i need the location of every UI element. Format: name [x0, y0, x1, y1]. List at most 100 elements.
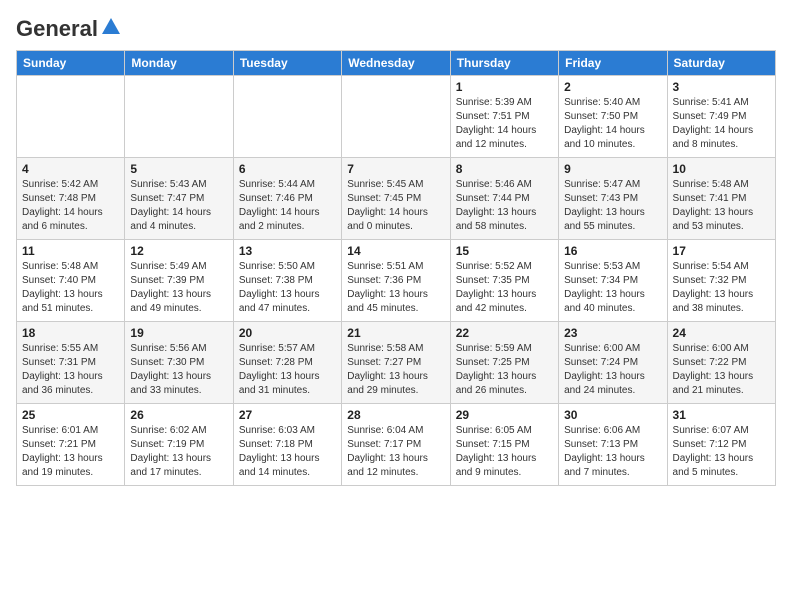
day-number: 7	[347, 162, 444, 176]
calendar-day-cell: 7 Sunrise: 5:45 AMSunset: 7:45 PMDaylight…	[342, 158, 450, 240]
calendar-day-cell	[233, 76, 341, 158]
day-info: Sunrise: 5:54 AMSunset: 7:32 PMDaylight:…	[673, 260, 770, 316]
day-info: Sunrise: 5:42 AMSunset: 7:48 PMDaylight:…	[22, 178, 119, 234]
calendar-day-cell: 20 Sunrise: 5:57 AMSunset: 7:28 PMDayligh…	[233, 322, 341, 404]
day-info: Sunrise: 6:02 AMSunset: 7:19 PMDaylight:…	[130, 424, 227, 480]
day-number: 16	[564, 244, 661, 258]
logo: General	[16, 16, 122, 38]
calendar-day-cell: 19Sunrise: 5:56 AMSunset: 7:30 PMDayligh…	[125, 322, 233, 404]
day-info: Sunrise: 6:00 AMSunset: 7:24 PMDaylight:…	[564, 342, 661, 398]
calendar-day-cell: 5Sunrise: 5:43 AMSunset: 7:47 PMDaylight…	[125, 158, 233, 240]
calendar-day-cell: 27 Sunrise: 6:03 AMSunset: 7:18 PMDayligh…	[233, 404, 341, 486]
day-number: 4	[22, 162, 119, 176]
day-number: 20	[239, 326, 336, 340]
day-info: Sunrise: 5:44 AMSunset: 7:46 PMDaylight:…	[239, 178, 336, 234]
day-info: Sunrise: 5:59 AMSunset: 7:25 PMDaylight:…	[456, 342, 553, 398]
day-number: 1	[456, 80, 553, 94]
weekday-header: Wednesday	[342, 51, 450, 76]
calendar-day-cell: 29 Sunrise: 6:05 AMSunset: 7:15 PMDayligh…	[450, 404, 558, 486]
day-info: Sunrise: 5:41 AMSunset: 7:49 PMDaylight:…	[673, 96, 770, 152]
day-number: 8	[456, 162, 553, 176]
calendar-day-cell	[125, 76, 233, 158]
day-number: 15	[456, 244, 553, 258]
day-number: 5	[130, 162, 227, 176]
day-info: Sunrise: 5:39 AMSunset: 7:51 PMDaylight:…	[456, 96, 553, 152]
calendar-day-cell: 6 Sunrise: 5:44 AMSunset: 7:46 PMDaylight…	[233, 158, 341, 240]
day-number: 25	[22, 408, 119, 422]
calendar-day-cell: 30 Sunrise: 6:06 AMSunset: 7:13 PMDayligh…	[559, 404, 667, 486]
logo-icon	[100, 16, 122, 38]
calendar-day-cell: 16 Sunrise: 5:53 AMSunset: 7:34 PMDayligh…	[559, 240, 667, 322]
weekday-header: Friday	[559, 51, 667, 76]
day-info: Sunrise: 5:58 AMSunset: 7:27 PMDaylight:…	[347, 342, 444, 398]
calendar-week-row: 25 Sunrise: 6:01 AMSunset: 7:21 PMDayligh…	[17, 404, 776, 486]
day-info: Sunrise: 5:51 AMSunset: 7:36 PMDaylight:…	[347, 260, 444, 316]
day-info: Sunrise: 5:50 AMSunset: 7:38 PMDaylight:…	[239, 260, 336, 316]
day-number: 11	[22, 244, 119, 258]
calendar-day-cell: 21 Sunrise: 5:58 AMSunset: 7:27 PMDayligh…	[342, 322, 450, 404]
day-info: Sunrise: 6:04 AMSunset: 7:17 PMDaylight:…	[347, 424, 444, 480]
calendar-week-row: 18 Sunrise: 5:55 AMSunset: 7:31 PMDayligh…	[17, 322, 776, 404]
page-header: General	[16, 16, 776, 38]
weekday-header: Monday	[125, 51, 233, 76]
day-info: Sunrise: 6:00 AMSunset: 7:22 PMDaylight:…	[673, 342, 770, 398]
calendar-day-cell: 25 Sunrise: 6:01 AMSunset: 7:21 PMDayligh…	[17, 404, 125, 486]
day-info: Sunrise: 5:49 AMSunset: 7:39 PMDaylight:…	[130, 260, 227, 316]
day-info: Sunrise: 6:06 AMSunset: 7:13 PMDaylight:…	[564, 424, 661, 480]
day-info: Sunrise: 5:45 AMSunset: 7:45 PMDaylight:…	[347, 178, 444, 234]
calendar-table: SundayMondayTuesdayWednesdayThursdayFrid…	[16, 50, 776, 486]
calendar-day-cell: 14 Sunrise: 5:51 AMSunset: 7:36 PMDayligh…	[342, 240, 450, 322]
calendar-day-cell: 23 Sunrise: 6:00 AMSunset: 7:24 PMDayligh…	[559, 322, 667, 404]
day-number: 9	[564, 162, 661, 176]
day-number: 29	[456, 408, 553, 422]
day-number: 3	[673, 80, 770, 94]
weekday-header: Saturday	[667, 51, 775, 76]
day-number: 22	[456, 326, 553, 340]
day-info: Sunrise: 5:48 AMSunset: 7:41 PMDaylight:…	[673, 178, 770, 234]
day-number: 14	[347, 244, 444, 258]
day-number: 6	[239, 162, 336, 176]
day-info: Sunrise: 6:03 AMSunset: 7:18 PMDaylight:…	[239, 424, 336, 480]
day-number: 23	[564, 326, 661, 340]
day-info: Sunrise: 6:01 AMSunset: 7:21 PMDaylight:…	[22, 424, 119, 480]
logo-general-text: General	[16, 16, 98, 42]
day-number: 28	[347, 408, 444, 422]
day-number: 19	[130, 326, 227, 340]
calendar-day-cell: 12Sunrise: 5:49 AMSunset: 7:39 PMDayligh…	[125, 240, 233, 322]
day-info: Sunrise: 5:53 AMSunset: 7:34 PMDaylight:…	[564, 260, 661, 316]
calendar-week-row: 4 Sunrise: 5:42 AMSunset: 7:48 PMDaylight…	[17, 158, 776, 240]
calendar-day-cell: 28 Sunrise: 6:04 AMSunset: 7:17 PMDayligh…	[342, 404, 450, 486]
day-number: 30	[564, 408, 661, 422]
day-info: Sunrise: 5:55 AMSunset: 7:31 PMDaylight:…	[22, 342, 119, 398]
day-info: Sunrise: 6:05 AMSunset: 7:15 PMDaylight:…	[456, 424, 553, 480]
calendar-day-cell: 18 Sunrise: 5:55 AMSunset: 7:31 PMDayligh…	[17, 322, 125, 404]
day-info: Sunrise: 5:47 AMSunset: 7:43 PMDaylight:…	[564, 178, 661, 234]
day-info: Sunrise: 5:57 AMSunset: 7:28 PMDaylight:…	[239, 342, 336, 398]
day-info: Sunrise: 5:40 AMSunset: 7:50 PMDaylight:…	[564, 96, 661, 152]
calendar-day-cell	[342, 76, 450, 158]
calendar-day-cell: 22 Sunrise: 5:59 AMSunset: 7:25 PMDayligh…	[450, 322, 558, 404]
weekday-header: Thursday	[450, 51, 558, 76]
calendar-day-cell: 9 Sunrise: 5:47 AMSunset: 7:43 PMDaylight…	[559, 158, 667, 240]
day-number: 2	[564, 80, 661, 94]
day-number: 17	[673, 244, 770, 258]
calendar-day-cell: 10Sunrise: 5:48 AMSunset: 7:41 PMDayligh…	[667, 158, 775, 240]
calendar-day-cell: 3 Sunrise: 5:41 AMSunset: 7:49 PMDaylight…	[667, 76, 775, 158]
day-number: 27	[239, 408, 336, 422]
calendar-week-row: 1 Sunrise: 5:39 AMSunset: 7:51 PMDaylight…	[17, 76, 776, 158]
calendar-day-cell: 1 Sunrise: 5:39 AMSunset: 7:51 PMDaylight…	[450, 76, 558, 158]
day-info: Sunrise: 5:46 AMSunset: 7:44 PMDaylight:…	[456, 178, 553, 234]
calendar-day-cell: 17 Sunrise: 5:54 AMSunset: 7:32 PMDayligh…	[667, 240, 775, 322]
weekday-header: Tuesday	[233, 51, 341, 76]
calendar-day-cell: 4 Sunrise: 5:42 AMSunset: 7:48 PMDaylight…	[17, 158, 125, 240]
day-number: 21	[347, 326, 444, 340]
day-number: 13	[239, 244, 336, 258]
day-info: Sunrise: 5:48 AMSunset: 7:40 PMDaylight:…	[22, 260, 119, 316]
calendar-day-cell: 26Sunrise: 6:02 AMSunset: 7:19 PMDayligh…	[125, 404, 233, 486]
day-number: 18	[22, 326, 119, 340]
calendar-week-row: 11 Sunrise: 5:48 AMSunset: 7:40 PMDayligh…	[17, 240, 776, 322]
calendar-day-cell: 31Sunrise: 6:07 AMSunset: 7:12 PMDayligh…	[667, 404, 775, 486]
day-number: 31	[673, 408, 770, 422]
calendar-day-cell: 13 Sunrise: 5:50 AMSunset: 7:38 PMDayligh…	[233, 240, 341, 322]
calendar-day-cell: 24Sunrise: 6:00 AMSunset: 7:22 PMDayligh…	[667, 322, 775, 404]
